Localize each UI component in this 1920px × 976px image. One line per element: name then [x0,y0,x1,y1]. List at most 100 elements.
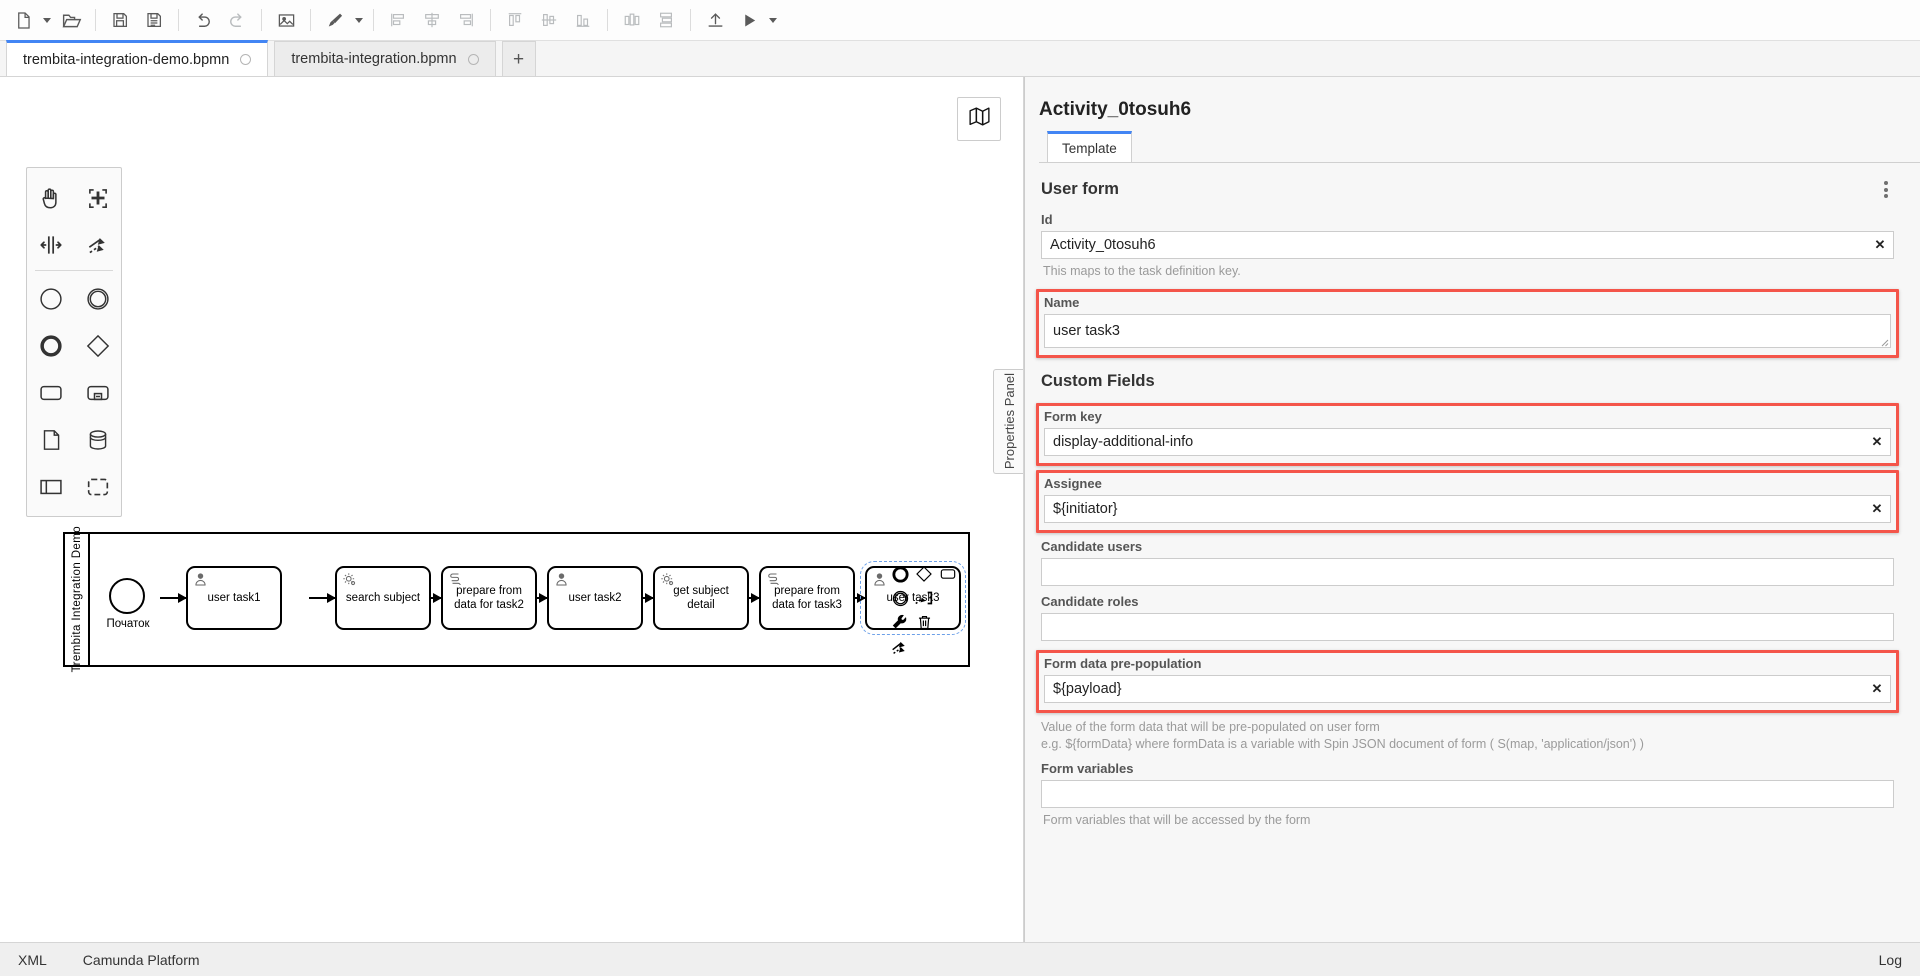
bpmn-task-user-task2[interactable]: user task2 [547,566,643,630]
connect-icon[interactable] [912,586,936,610]
hand-tool-icon[interactable] [27,174,74,221]
bpmn-task-user-task1[interactable]: user task1 [186,566,282,630]
bpmn-task-prepare-data-task2[interactable]: prepare from data for task2 [441,566,537,630]
intermediate-event-icon[interactable] [74,275,121,322]
field-candidate-users: Candidate users [1039,537,1896,592]
clear-icon[interactable]: ✕ [1867,232,1893,258]
bpmn-start-event-label: Початок [106,618,150,630]
align-right-icon[interactable] [449,5,483,35]
field-form-variables: Form variables Form variables that will … [1039,753,1896,835]
resize-grip-icon[interactable] [1877,334,1889,347]
sequence-flow[interactable] [309,593,336,603]
clear-icon[interactable]: ✕ [1864,429,1890,455]
field-form-variables-input[interactable] [1041,779,1894,808]
clear-icon[interactable]: ✕ [1864,496,1890,522]
data-store-icon[interactable] [74,416,121,463]
tab-template[interactable]: Template [1047,131,1132,162]
run-icon[interactable] [732,5,766,35]
deploy-icon[interactable] [698,5,732,35]
change-type-icon[interactable] [888,610,912,634]
bpmn-start-event[interactable] [109,578,145,614]
bpmn-task-prepare-data-task3[interactable]: prepare from data for task3 [759,566,855,630]
subprocess-collapsed-icon[interactable] [74,369,121,416]
undo-icon[interactable] [186,5,220,35]
field-candidate-users-label: Candidate users [1041,538,1143,554]
end-event-icon[interactable] [27,322,74,369]
group-icon[interactable] [74,463,121,510]
gateway-icon[interactable] [74,322,121,369]
field-assignee-input[interactable]: ${initiator} ✕ [1044,494,1891,523]
export-image-icon[interactable] [269,5,303,35]
tab-trembita-integration-demo[interactable]: trembita-integration-demo.bpmn [6,40,269,76]
tab-dirty-indicator-icon[interactable] [240,54,252,65]
space-tool-icon[interactable] [27,221,74,268]
delete-icon[interactable] [912,610,936,634]
task-icon[interactable] [27,369,74,416]
append-intermediate-event-icon[interactable] [888,586,912,610]
xml-view-button[interactable]: XML [18,952,47,968]
engine-profile-button[interactable]: Camunda Platform [83,952,200,968]
tab-dirty-indicator-icon[interactable] [467,53,479,65]
align-top-icon[interactable] [498,5,532,35]
lasso-tool-icon[interactable] [74,174,121,221]
global-connect-tool-icon[interactable] [74,221,121,268]
user-task-icon [192,571,209,592]
field-id-input[interactable]: Activity_0tosuh6 ✕ [1041,231,1894,259]
distribute-horizontal-icon[interactable] [615,5,649,35]
tab-label: trembita-integration-demo.bpmn [23,51,230,68]
run-caret-icon[interactable] [766,5,780,35]
bpmn-canvas[interactable]: Trembita Integration Demo Початок user t… [0,77,1024,942]
participant-icon[interactable] [27,463,74,510]
align-bottom-icon[interactable] [566,5,600,35]
new-tab-button[interactable]: + [501,41,536,76]
field-name-input[interactable]: user task3 [1044,313,1891,348]
properties-panel-toggle[interactable]: Properties Panel [993,369,1023,474]
append-task-icon[interactable] [936,562,960,586]
minimap-toggle-button[interactable] [957,97,1001,141]
field-form-key-input[interactable]: display-additional-info ✕ [1044,427,1891,456]
clear-icon[interactable]: ✕ [1864,676,1890,702]
save-icon[interactable] [103,5,137,35]
field-form-data-pre-population-help: Value of the form data that will be pre-… [1041,719,1644,751]
append-text-annotation-icon[interactable] [888,634,912,658]
toolbar-divider [178,9,179,31]
field-id-label: Id [1041,212,1053,227]
toolbar-divider [95,9,96,31]
data-object-icon[interactable] [27,416,74,463]
field-assignee-value: ${initiator} [1053,500,1118,517]
field-form-data-pre-population-input[interactable]: ${payload} ✕ [1044,674,1891,703]
bpmn-task-label: user task2 [568,591,622,604]
field-candidate-users-input[interactable] [1041,557,1894,586]
paintbrush-icon[interactable] [318,5,352,35]
bpmn-task-get-subject-detail[interactable]: get subject detail [653,566,749,630]
field-name-label: Name [1044,294,1080,310]
log-toggle-button[interactable]: Log [1879,952,1902,968]
redo-icon[interactable] [220,5,254,35]
pool-label: Trembita Integration Demo [70,526,83,673]
paintbrush-caret-icon[interactable] [352,5,366,35]
field-assignee-label: Assignee [1044,475,1102,491]
app-root: trembita-integration-demo.bpmn trembita-… [0,0,1920,976]
bpmn-task-search-subject[interactable]: search subject [335,566,431,630]
open-folder-icon[interactable] [54,5,88,35]
toolbar-divider [310,9,311,31]
field-form-data-pre-population-label: Form data pre-population [1044,655,1202,671]
field-id-value: Activity_0tosuh6 [1050,237,1156,253]
start-event-icon[interactable] [27,275,74,322]
tab-trembita-integration[interactable]: trembita-integration.bpmn [274,41,496,76]
field-assignee: Assignee ${initiator} ✕ [1036,469,1899,533]
new-diagram-caret-icon[interactable] [40,5,54,35]
align-middle-icon[interactable] [532,5,566,35]
new-diagram-icon[interactable] [6,5,40,35]
append-gateway-icon[interactable] [912,562,936,586]
toolbar-divider [490,9,491,31]
align-left-icon[interactable] [381,5,415,35]
distribute-vertical-icon[interactable] [649,5,683,35]
field-candidate-roles-input[interactable] [1041,612,1894,641]
save-as-icon[interactable] [137,5,171,35]
append-end-event-icon[interactable] [888,562,912,586]
more-options-kebab-icon[interactable] [1878,177,1894,202]
status-bar: XML Camunda Platform Log [0,942,1920,976]
align-center-icon[interactable] [415,5,449,35]
sequence-flow[interactable] [160,593,187,603]
